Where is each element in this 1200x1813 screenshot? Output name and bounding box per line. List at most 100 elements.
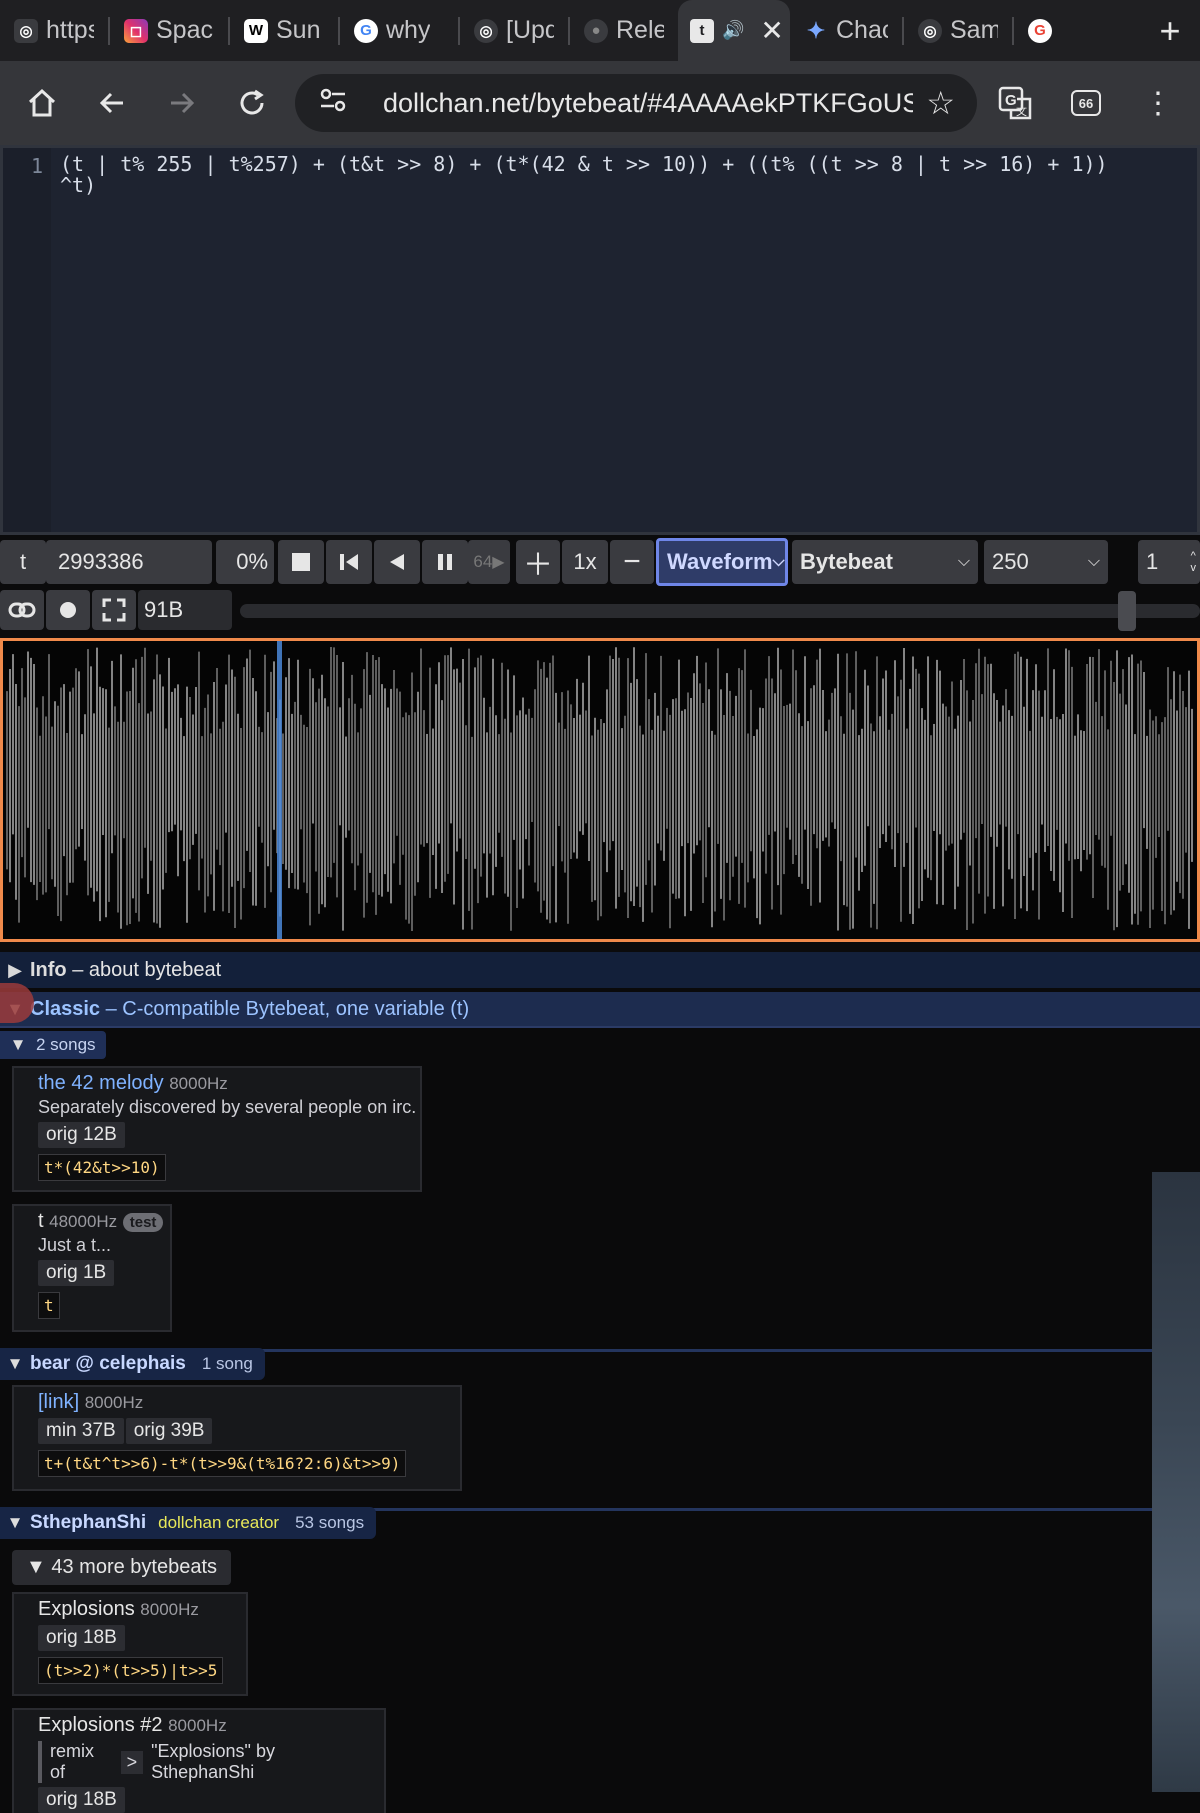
- sample-rate-select[interactable]: 250 ⌵: [984, 540, 1108, 584]
- author-header-bear[interactable]: ▼ bear @ celephais 1 song: [0, 1348, 265, 1380]
- triangle-down-icon: ▼: [6, 1513, 24, 1532]
- song-card: Explosions 8000Hz orig 18B (t>>2)*(t>>5)…: [12, 1592, 248, 1696]
- info-section-header[interactable]: ▶ Info – about bytebeat: [0, 952, 1200, 988]
- tab-wikipedia[interactable]: W Sun: [230, 0, 338, 61]
- song-title[interactable]: t: [38, 1210, 44, 1232]
- extension-button[interactable]: 66: [1056, 73, 1116, 133]
- volume-slider-handle[interactable]: [1118, 591, 1136, 631]
- play-forward-icon: ▶: [492, 554, 505, 571]
- tab-https[interactable]: ◎ https: [0, 0, 108, 61]
- bookmark-star-icon[interactable]: ☆: [926, 84, 955, 122]
- song-title[interactable]: Explosions #2: [38, 1714, 163, 1736]
- tab-gemini[interactable]: ✦ Chac: [790, 0, 902, 61]
- chevron-down-icon: ⌵: [772, 553, 785, 570]
- instagram-icon: ◻: [124, 18, 148, 43]
- mode-select[interactable]: Bytebeat ⌵: [792, 540, 978, 584]
- song-code[interactable]: t+(t&t^t>>6)-t*(t>>9&(t%16?2:6)&t>>9): [38, 1450, 407, 1477]
- chevron-down-icon: ⌵: [957, 553, 970, 570]
- author-song-count: 1 song: [201, 1354, 253, 1373]
- play-forward-button[interactable]: 64 ▶: [468, 540, 510, 584]
- home-button[interactable]: [14, 75, 70, 131]
- song-hz: 8000Hz: [169, 1074, 228, 1093]
- home-icon: [28, 88, 56, 117]
- site-settings-icon[interactable]: [319, 88, 351, 119]
- speaker-icon: 🔊: [722, 20, 745, 40]
- translate-button[interactable]: G文: [985, 73, 1045, 133]
- menu-kebab-icon[interactable]: ⋮: [1128, 73, 1188, 133]
- stepper-arrows-icon[interactable]: ^ v: [1191, 550, 1197, 574]
- tab-instagram[interactable]: ◻ Spac: [110, 0, 228, 61]
- more-bytebeats-label: 43 more bytebeats: [51, 1556, 218, 1578]
- tab-upd[interactable]: ◎ [Upd: [460, 0, 568, 61]
- globe-icon: ◎: [474, 18, 498, 43]
- volume-slider[interactable]: [240, 591, 1200, 631]
- globe-icon: ◎: [918, 18, 942, 43]
- song-code[interactable]: t*(42&t>>10): [38, 1154, 166, 1181]
- browser-tab-strip: ◎ https ◻ Spac W Sun G why ◎ [Upd ● Rele…: [0, 0, 1200, 61]
- plus-icon: ＋: [523, 549, 553, 582]
- author-header-stephan[interactable]: ▼ SthephanShi dollchan creator 53 songs: [0, 1507, 377, 1539]
- song-size-tag[interactable]: orig 1B: [38, 1260, 115, 1286]
- background-image-strip: [1152, 1172, 1200, 1792]
- google-icon: G: [1028, 18, 1052, 43]
- song-size-tag[interactable]: orig 18B: [38, 1625, 125, 1651]
- song-code[interactable]: (t>>2)*(t>>5)|t>>5: [38, 1657, 224, 1684]
- back-button[interactable]: [84, 75, 140, 131]
- share-link-button[interactable]: [0, 590, 44, 630]
- song-title[interactable]: Explosions: [38, 1598, 135, 1620]
- divisor-stepper[interactable]: 1 ^ v: [1138, 540, 1200, 584]
- triangle-right-icon: ▶: [8, 959, 22, 980]
- speed-up-button[interactable]: ＋: [516, 540, 560, 584]
- pause-button[interactable]: [422, 540, 468, 584]
- song-card: Explosions #2 8000Hz remix of > "Explosi…: [12, 1708, 386, 1813]
- stop-button[interactable]: [278, 540, 324, 584]
- fullscreen-icon: [102, 598, 126, 622]
- time-input[interactable]: 2993386: [46, 540, 212, 584]
- song-title-link[interactable]: the 42 melody: [38, 1072, 164, 1094]
- url-text[interactable]: dollchan.net/bytebeat/#4AAAAekPTKFGoUS: [383, 88, 913, 119]
- speed-down-button[interactable]: −: [610, 540, 654, 584]
- song-hz: 48000Hz: [49, 1212, 118, 1231]
- more-bytebeats-button[interactable]: ▼ 43 more bytebeats: [12, 1550, 232, 1585]
- record-button[interactable]: [46, 590, 90, 630]
- song-size-tag[interactable]: orig 12B: [38, 1122, 125, 1148]
- triangle-down-icon: ▼: [9, 1035, 27, 1054]
- classic-section-header[interactable]: ▼ Classic – C-compatible Bytebeat, one v…: [0, 992, 1200, 1028]
- classic-songs-count: 2 songs: [36, 1035, 96, 1054]
- globe-icon: ◎: [14, 18, 38, 43]
- waveform-canvas[interactable]: [0, 638, 1200, 942]
- song-link[interactable]: [link]: [38, 1391, 79, 1413]
- divisor-value: 1: [1146, 549, 1159, 574]
- forward-button[interactable]: [154, 75, 210, 131]
- code-text[interactable]: (t | t% 255 | t%257) + (t&t >> 8) + (t*(…: [60, 154, 1190, 196]
- close-tab-icon[interactable]: ✕: [760, 14, 783, 47]
- classic-desc: – C-compatible Bytebeat, one variable (t…: [105, 997, 470, 1020]
- song-size-tag[interactable]: orig 18B: [38, 1787, 125, 1813]
- tab-google[interactable]: G why: [340, 0, 458, 61]
- code-editor[interactable]: 1 (t | t% 255 | t%257) + (t&t >> 8) + (t…: [0, 145, 1200, 535]
- song-code[interactable]: t: [38, 1292, 60, 1319]
- playhead-cursor[interactable]: [277, 641, 282, 939]
- remix-jump-button[interactable]: >: [120, 1750, 144, 1774]
- svg-text:文: 文: [1016, 104, 1027, 118]
- rewind-button[interactable]: [326, 540, 372, 584]
- info-desc: – about bytebeat: [72, 958, 222, 981]
- draw-mode-select[interactable]: Waveform ⌵: [656, 538, 788, 586]
- reload-button[interactable]: [224, 75, 280, 131]
- line-number: 1: [31, 154, 44, 178]
- fullscreen-button[interactable]: [92, 590, 136, 630]
- song-min-size-tag[interactable]: min 37B: [38, 1418, 124, 1444]
- tab-google-2[interactable]: G: [1014, 0, 1066, 61]
- pause-icon: [438, 554, 452, 570]
- address-bar[interactable]: dollchan.net/bytebeat/#4AAAAekPTKFGoUS ☆: [295, 74, 977, 132]
- new-tab-button[interactable]: +: [1140, 10, 1200, 52]
- play-backward-button[interactable]: [374, 540, 420, 584]
- song-size-tag[interactable]: orig 39B: [125, 1418, 213, 1444]
- tab-bytebeat-active[interactable]: t 🔊 ✕: [678, 0, 790, 61]
- tab-sam[interactable]: ◎ Sam: [904, 0, 1012, 61]
- classic-songs-toggle[interactable]: ▼ 2 songs: [0, 1031, 106, 1059]
- playback-speed[interactable]: 1x: [562, 540, 608, 584]
- tab-github[interactable]: ● Rele: [570, 0, 678, 61]
- remix-source[interactable]: "Explosions" by SthephanShi: [151, 1741, 378, 1783]
- volume-display[interactable]: 0%: [216, 540, 274, 584]
